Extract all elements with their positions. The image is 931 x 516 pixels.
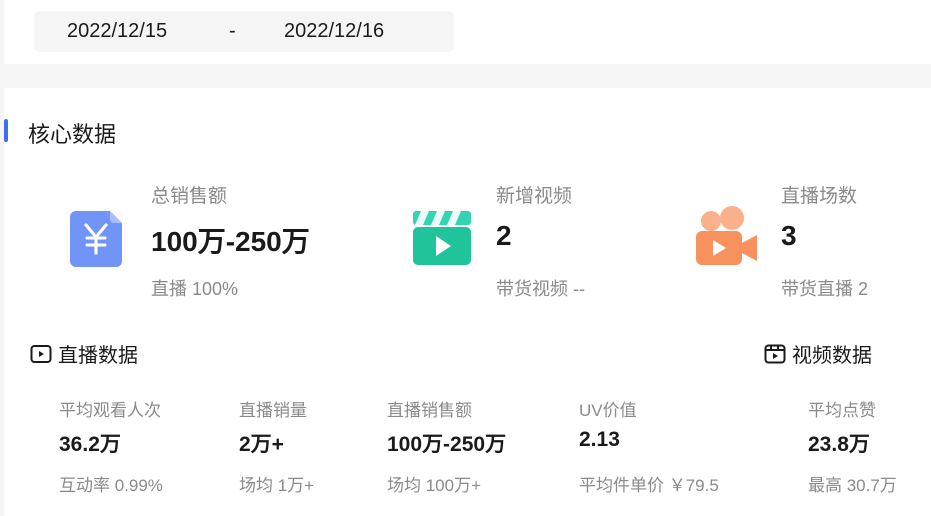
live-sessions-value: 3 xyxy=(781,220,797,251)
live-sessions-sub: 带货直播 2 xyxy=(781,279,869,299)
uv-value-value: 2.13 xyxy=(579,428,620,451)
live-sales-amount-label: 直播销售额 xyxy=(387,401,472,420)
video-camera-icon xyxy=(696,206,757,265)
end-date[interactable]: 2022/12/16 xyxy=(284,20,384,43)
total-sales-sub: 直播 100% xyxy=(151,279,239,299)
live-data-label: 直播数据 xyxy=(58,345,138,367)
date-separator: - xyxy=(229,20,236,42)
video-list-icon xyxy=(764,344,786,363)
start-date[interactable]: 2022/12/15 xyxy=(67,20,167,43)
live-monitor-icon xyxy=(30,344,52,363)
live-sales-volume-value: 2万+ xyxy=(239,433,284,456)
avg-viewers-value: 36.2万 xyxy=(59,433,121,456)
live-data-header[interactable]: 直播数据 xyxy=(30,339,138,368)
video-data-header[interactable]: 视频数据 xyxy=(764,339,872,368)
new-videos-sub: 带货视频 -- xyxy=(496,279,585,299)
live-sessions-label: 直播场数 xyxy=(781,186,858,207)
video-data-label: 视频数据 xyxy=(792,345,872,367)
yuan-document-icon xyxy=(70,211,122,267)
total-sales-label: 总销售额 xyxy=(151,186,228,207)
uv-value-label: UV价值 xyxy=(579,401,637,420)
section-title: 核心数据 xyxy=(28,122,117,147)
new-videos-label: 新增视频 xyxy=(496,186,573,207)
live-sales-volume-label: 直播销量 xyxy=(239,401,307,420)
avg-likes-label: 平均点赞 xyxy=(808,401,876,420)
live-sales-amount-sub: 场均 100万+ xyxy=(387,476,482,495)
uv-value-sub: 平均件单价 ￥79.5 xyxy=(579,476,719,495)
live-sales-amount-value: 100万-250万 xyxy=(387,433,507,456)
date-range-picker[interactable]: 2022/12/15 - 2022/12/16 xyxy=(34,11,454,52)
avg-likes-sub: 最高 30.7万 xyxy=(808,476,897,495)
avg-viewers-sub: 互动率 0.99% xyxy=(59,476,163,495)
live-sales-volume-sub: 场均 1万+ xyxy=(239,476,315,495)
avg-viewers-label: 平均观看人次 xyxy=(59,401,161,420)
video-clapper-icon xyxy=(413,211,471,265)
new-videos-value: 2 xyxy=(496,220,512,251)
total-sales-value: 100万-250万 xyxy=(151,226,310,257)
section-accent-bar xyxy=(4,119,8,142)
avg-likes-value: 23.8万 xyxy=(808,433,870,456)
